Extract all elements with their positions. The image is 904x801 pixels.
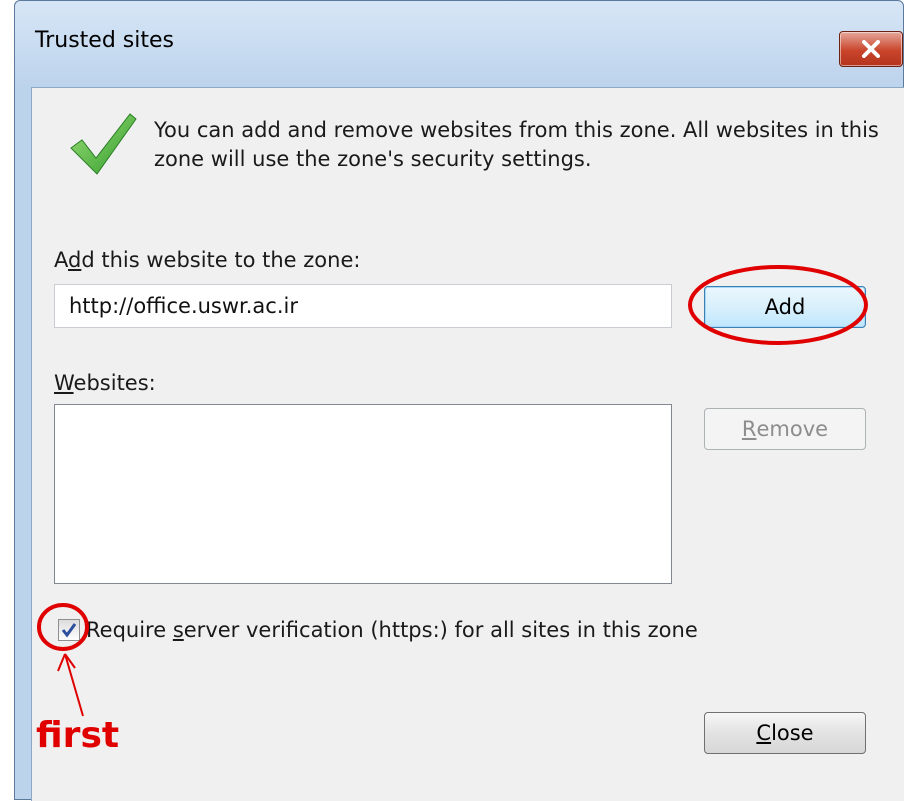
checkbox-check-icon <box>61 623 77 638</box>
add-website-label: Add this website to the zone: <box>54 248 361 272</box>
websites-label: Websites: <box>54 371 156 395</box>
remove-button[interactable]: Remove <box>704 408 866 450</box>
window-close-button[interactable] <box>839 31 903 67</box>
close-icon <box>862 40 880 58</box>
dialog-body: You can add and remove websites from thi… <box>31 87 904 801</box>
annotation-label: first <box>36 715 120 756</box>
server-verification-row: Require server verification (https:) for… <box>58 612 698 648</box>
website-url-input[interactable] <box>54 284 672 328</box>
server-verification-checkbox[interactable] <box>58 619 80 641</box>
server-verification-label[interactable]: Require server verification (https:) for… <box>86 618 698 642</box>
websites-list[interactable] <box>54 404 672 584</box>
checkmark-icon <box>70 113 137 175</box>
close-button[interactable]: Close <box>704 712 866 754</box>
add-button[interactable]: Add <box>704 286 866 328</box>
zone-description: You can add and remove websites from thi… <box>154 118 879 171</box>
window-title: Trusted sites <box>35 28 174 53</box>
title-bar[interactable]: Trusted sites <box>15 1 903 87</box>
trusted-sites-window: Trusted sites You can add and remove web… <box>14 0 904 801</box>
